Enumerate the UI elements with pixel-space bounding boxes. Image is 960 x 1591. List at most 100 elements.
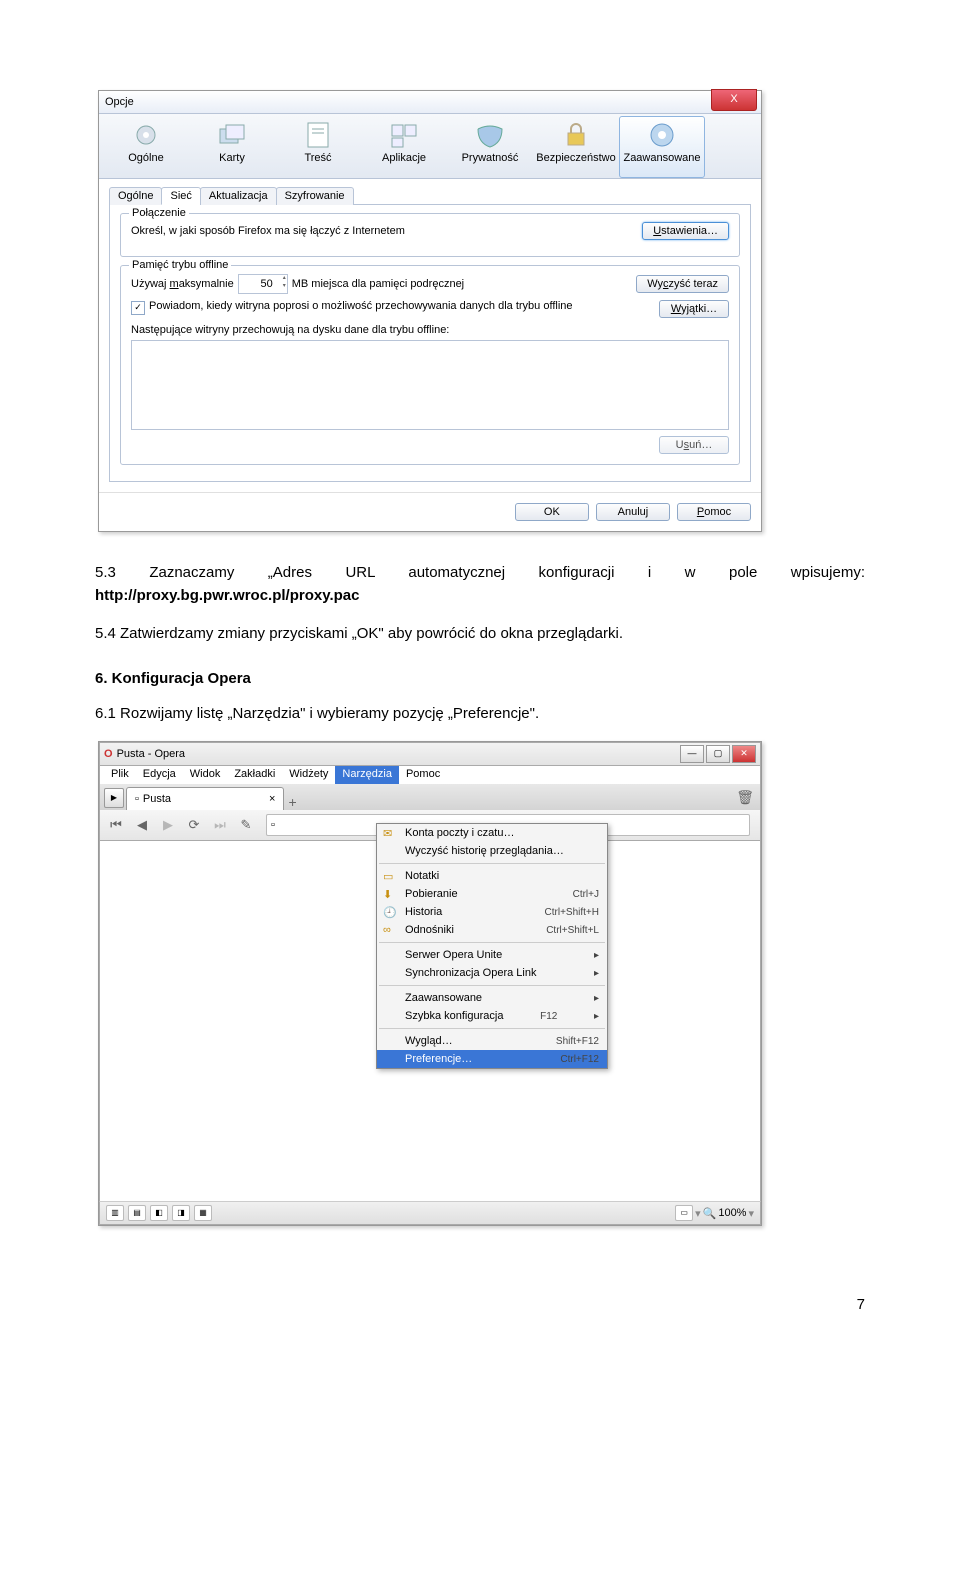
menu-item-label: Pobieranie [405, 888, 458, 900]
cache-size-input[interactable]: 50 [238, 274, 288, 294]
cancel-button[interactable]: Anuluj [596, 503, 670, 521]
tabs-icon [216, 119, 248, 151]
menu-item-label: Historia [405, 906, 442, 918]
opera-menubar: Plik Edycja Widok Zakładki Widżety Narzę… [99, 766, 761, 784]
menu-item[interactable]: Wygląd…Shift+F12 [377, 1032, 607, 1050]
window-close-button[interactable]: ✕ [732, 745, 756, 763]
doc-heading-6: 6. Konfiguracja Opera [95, 670, 865, 687]
offline-sites-list[interactable] [131, 340, 729, 430]
menu-item[interactable]: ∞OdnośnikiCtrl+Shift+L [377, 921, 607, 939]
menu-item-icon: ▭ [383, 870, 397, 883]
subtab-update[interactable]: Aktualizacja [200, 187, 277, 205]
browser-tab[interactable]: ▫ Pusta × [126, 787, 284, 810]
connection-group: Połączenie Określ, w jaki sposób Firefox… [120, 213, 740, 257]
menu-item[interactable]: ✉Konta poczty i czatu… [377, 824, 607, 842]
status-icon[interactable]: ▥ [106, 1205, 124, 1221]
menu-item-label: Synchronizacja Opera Link [405, 967, 536, 979]
tab-close-icon[interactable]: × [269, 793, 275, 805]
titlebar: Opcje X [99, 91, 761, 114]
menu-item[interactable]: Wyczyść historię przeglądania… [377, 842, 607, 860]
forward-button[interactable]: ▶ [158, 815, 178, 835]
new-tab-button[interactable]: + [288, 794, 296, 810]
menu-item[interactable]: ▭ Notatki [377, 867, 607, 885]
maximize-button[interactable]: ▢ [706, 745, 730, 763]
trash-icon[interactable]: 🗑 [736, 789, 754, 806]
notify-label: Powiadom, kiedy witryna poprosi o możliw… [149, 300, 655, 312]
dialog-title: Opcje [105, 96, 134, 108]
menu-item-label: Serwer Opera Unite [405, 949, 502, 961]
page-icon: ▫ [135, 793, 139, 805]
cat-general[interactable]: Ogólne [103, 116, 189, 178]
wand-icon[interactable]: ✎ [236, 815, 256, 835]
home-button[interactable]: ⏭ [210, 815, 230, 835]
menu-edit[interactable]: Edycja [136, 766, 183, 784]
cat-security[interactable]: Bezpieczeństwo [533, 116, 619, 178]
menu-item-label: Notatki [405, 870, 439, 882]
doc-paragraph-53: 5.3 Zaznaczamy „Adres URL automatycznej … [95, 562, 865, 607]
apps-icon [388, 119, 420, 151]
ok-button[interactable]: OK [515, 503, 589, 521]
opera-window: O Pusta - Opera — ▢ ✕ Plik Edycja Widok … [98, 741, 762, 1226]
lock-icon [560, 119, 592, 151]
minimize-button[interactable]: — [680, 745, 704, 763]
dialog-footer: OK Anuluj Pomoc [99, 492, 761, 531]
settings-button[interactable]: Ustawienia… [642, 222, 729, 240]
menu-view[interactable]: Widok [183, 766, 228, 784]
menu-item-label: Preferencje… [405, 1053, 472, 1065]
menu-item[interactable]: ⬇PobieranieCtrl+J [377, 885, 607, 903]
mask-icon [474, 119, 506, 151]
subtab-encryption[interactable]: Szyfrowanie [276, 187, 354, 205]
view-mode-icon[interactable]: ▭ [675, 1205, 693, 1221]
offline-legend: Pamięć trybu offline [129, 259, 231, 271]
cat-advanced[interactable]: Zaawansowane [619, 116, 705, 178]
opera-statusbar: ▥ ▤ ◧ ◨ ▦ ▭ ▾ 🔍 100% ▾ [99, 1201, 761, 1225]
menu-file[interactable]: Plik [104, 766, 136, 784]
menu-item[interactable]: 🕘HistoriaCtrl+Shift+H [377, 903, 607, 921]
menu-bookmarks[interactable]: Zakładki [227, 766, 282, 784]
gear-icon [130, 119, 162, 151]
menu-item[interactable]: Preferencje…Ctrl+F12 [377, 1050, 607, 1068]
status-icon[interactable]: ◨ [172, 1205, 190, 1221]
opera-content: ✉Konta poczty i czatu…Wyczyść historię p… [99, 841, 761, 1201]
subtab-bar: Ogólne Sieć Aktualizacja Szyfrowanie [109, 187, 751, 205]
menu-item-label: Konta poczty i czatu… [405, 827, 514, 839]
cat-content[interactable]: Treść [275, 116, 361, 178]
menu-help[interactable]: Pomoc [399, 766, 447, 784]
close-button[interactable]: X [711, 89, 757, 111]
page-number: 7 [95, 1256, 865, 1353]
menu-item[interactable]: Szybka konfiguracjaF12▸ [377, 1007, 607, 1025]
category-toolbar: Ogólne Karty Treść Aplikacje Prywatność … [99, 114, 761, 179]
connection-legend: Połączenie [129, 207, 189, 219]
menu-tools[interactable]: Narzędzia [335, 766, 399, 784]
status-icon[interactable]: ◧ [150, 1205, 168, 1221]
cat-apps[interactable]: Aplikacje [361, 116, 447, 178]
cat-privacy[interactable]: Prywatność [447, 116, 533, 178]
subtab-network[interactable]: Sieć [161, 187, 200, 205]
panel-toggle-button[interactable]: ▶ [104, 788, 124, 808]
remove-button[interactable]: Usuń… [659, 436, 729, 454]
exceptions-button[interactable]: Wyjątki… [659, 300, 729, 318]
status-icon[interactable]: ▦ [194, 1205, 212, 1221]
notify-checkbox[interactable]: ✓ [131, 301, 145, 315]
content-icon [302, 119, 334, 151]
menu-item-label: Zaawansowane [405, 992, 482, 1004]
menu-item[interactable]: Synchronizacja Opera Link▸ [377, 964, 607, 982]
tools-dropdown: ✉Konta poczty i czatu…Wyczyść historię p… [376, 823, 608, 1069]
menu-widgets[interactable]: Widżety [282, 766, 335, 784]
sites-label: Następujące witryny przechowują na dysku… [131, 324, 729, 336]
back-button[interactable]: ◀ [132, 815, 152, 835]
menu-item-label: Odnośniki [405, 924, 454, 936]
menu-item[interactable]: Serwer Opera Unite▸ [377, 946, 607, 964]
reload-button[interactable]: ⟳ [184, 815, 204, 835]
menu-item[interactable]: Zaawansowane▸ [377, 989, 607, 1007]
opera-logo-icon: O [104, 748, 113, 760]
subtab-general[interactable]: Ogólne [109, 187, 162, 205]
cat-tabs[interactable]: Karty [189, 116, 275, 178]
clear-now-button[interactable]: Wyczyść teraz [636, 275, 729, 293]
offline-group: Pamięć trybu offline Używaj maksymalnie … [120, 265, 740, 465]
status-icon[interactable]: ▤ [128, 1205, 146, 1221]
help-button[interactable]: Pomoc [677, 503, 751, 521]
opera-titlebar: O Pusta - Opera — ▢ ✕ [99, 742, 761, 766]
rewind-button[interactable]: ⏮ [106, 815, 126, 835]
advanced-gear-icon [646, 119, 678, 151]
